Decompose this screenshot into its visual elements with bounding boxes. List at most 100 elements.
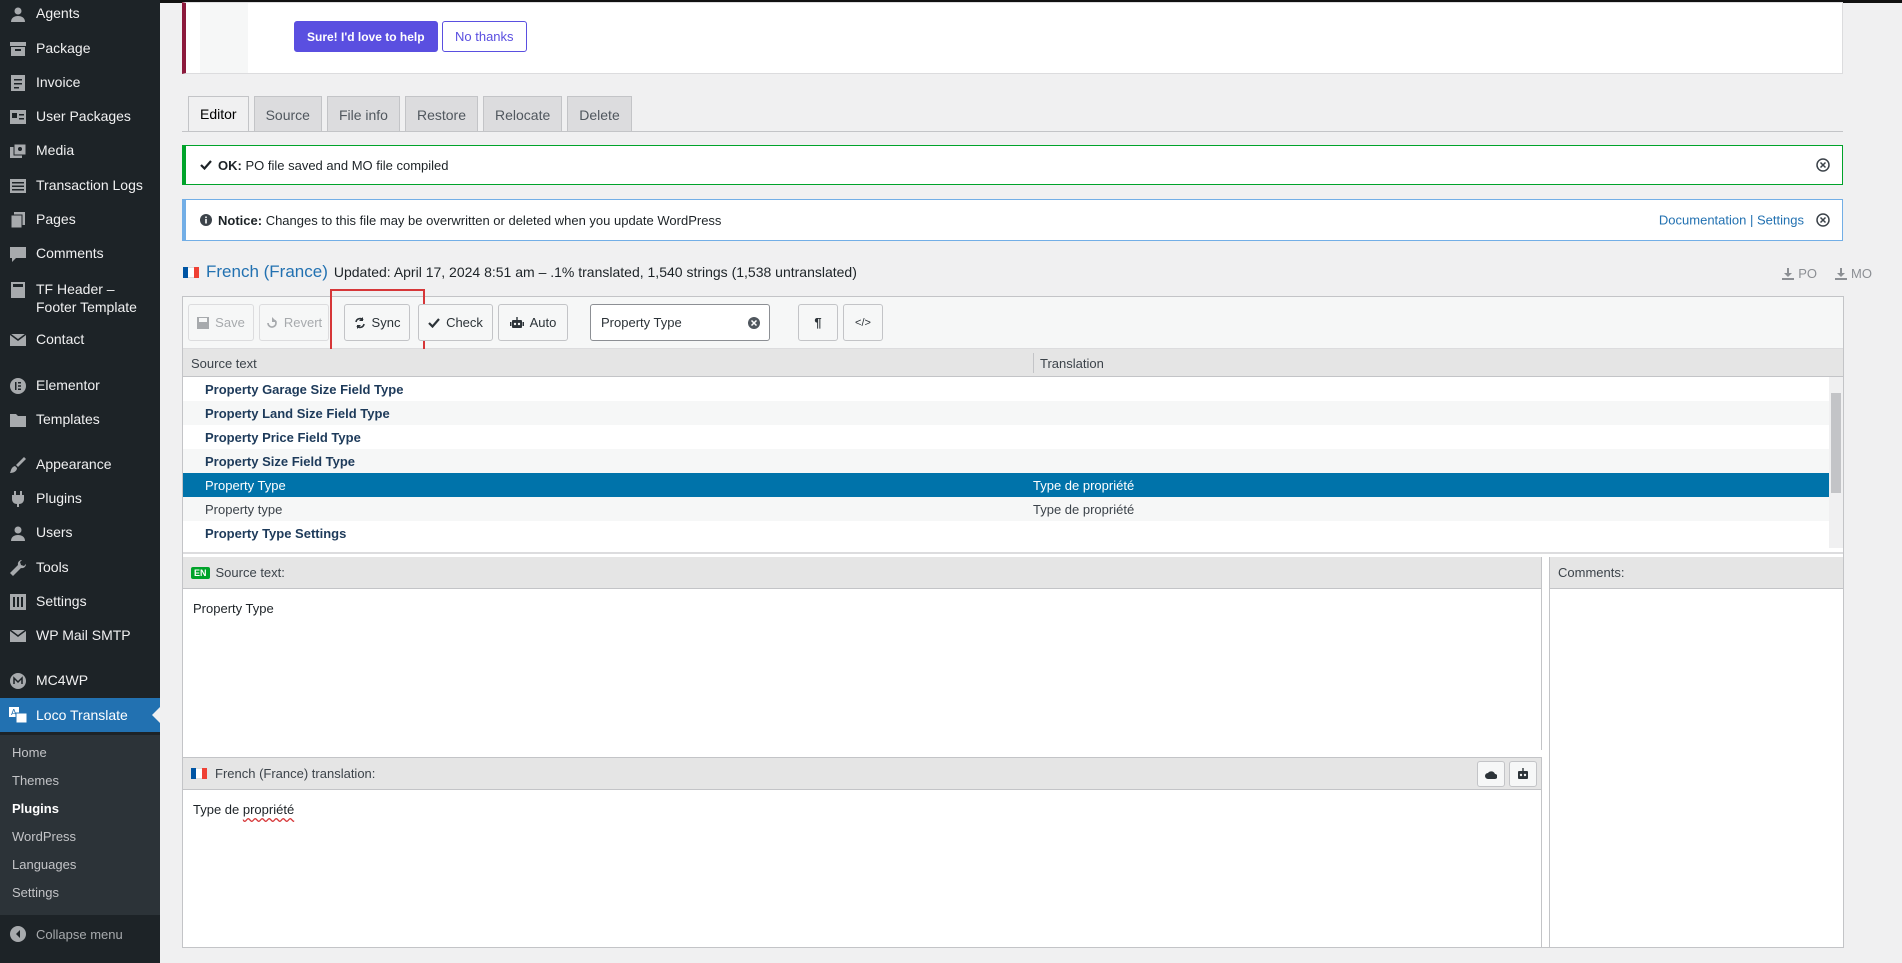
translation-textarea[interactable]: Type de propriété (193, 802, 294, 817)
wrench-icon (8, 558, 28, 578)
table-row[interactable]: Property Size Field Type (183, 449, 1843, 473)
sidebar-item-comments[interactable]: Comments (0, 244, 160, 264)
collapse-menu-button[interactable]: Collapse menu (0, 922, 160, 946)
check-button[interactable]: Check (418, 304, 493, 341)
table-row[interactable]: Property Garage Size Field Type (183, 377, 1843, 401)
sidebar-item-label: Comments (36, 245, 104, 261)
sidebar-item-label: Tools (36, 559, 69, 575)
sidebar-item-templates[interactable]: Templates (0, 410, 160, 430)
sidebar-item-transaction-logs[interactable]: Transaction Logs (0, 176, 160, 196)
invisibles-toggle-button[interactable]: ¶ (798, 304, 838, 341)
locale-name-link[interactable]: French (France) (206, 262, 328, 282)
promo-dismiss-button[interactable]: No thanks (442, 21, 527, 52)
settings-link[interactable]: Settings (1757, 213, 1804, 228)
table-row-selected[interactable]: Property Type Type de propriété (183, 473, 1843, 497)
sidebar-item-tools[interactable]: Tools (0, 558, 160, 578)
sidebar-item-agents[interactable]: Agents (0, 4, 160, 24)
download-icon (1835, 267, 1848, 280)
sidebar-item-pages[interactable]: Pages (0, 210, 160, 230)
editor-tabs: Editor Source File info Restore Relocate… (188, 96, 632, 132)
source-pane-header: EN Source text: (183, 557, 1541, 589)
dismiss-success-icon[interactable] (1816, 158, 1830, 172)
download-mo-button[interactable]: MO (1835, 266, 1872, 281)
sidebar-item-settings[interactable]: Settings (0, 592, 160, 612)
sidebar-item-elementor[interactable]: Elementor (0, 376, 160, 396)
submenu-wordpress[interactable]: WordPress (12, 829, 76, 844)
submenu-themes[interactable]: Themes (12, 773, 59, 788)
row-source: Property type (205, 502, 283, 517)
download-links: PO MO (1782, 266, 1872, 281)
users-icon (8, 523, 28, 543)
clear-search-icon[interactable] (747, 316, 761, 330)
sidebar-item-label: Elementor (36, 377, 100, 393)
download-po-button[interactable]: PO (1782, 266, 1817, 281)
tab-source[interactable]: Source (253, 96, 322, 132)
success-text: PO file saved and MO file compiled (245, 157, 449, 173)
card-icon (8, 107, 28, 127)
scrollbar-thumb[interactable] (1831, 393, 1841, 493)
sidebar-item-label: MC4WP (36, 672, 89, 688)
package-icon (8, 39, 28, 59)
sidebar-item-label: Contact (36, 331, 85, 347)
sidebar-item-appearance[interactable]: Appearance (0, 455, 160, 475)
sidebar-item-label: TF Header – Footer Template (36, 281, 137, 315)
source-pane: EN Source text: Property Type (183, 557, 1542, 750)
list-resize-handle[interactable] (183, 552, 1843, 554)
submenu-home[interactable]: Home (12, 745, 47, 760)
auto-suggest-button[interactable] (1509, 761, 1537, 787)
auto-label: Auto (529, 315, 557, 330)
table-row[interactable]: Property type Type de propriété (183, 497, 1843, 521)
list-scrollbar[interactable] (1829, 377, 1843, 548)
sidebar-item-wp-mail-smtp[interactable]: WP Mail SMTP (0, 626, 160, 646)
promo-accept-button[interactable]: Sure! I'd love to help (294, 21, 438, 52)
col-translation-header[interactable]: Translation (1040, 356, 1104, 371)
table-row[interactable]: Property Price Field Type (183, 425, 1843, 449)
tab-relocate[interactable]: Relocate (483, 96, 563, 132)
tab-delete[interactable]: Delete (567, 96, 632, 132)
search-input[interactable]: Property Type (590, 304, 770, 341)
sidebar-item-contact[interactable]: Contact (0, 330, 160, 350)
sidebar-item-media[interactable]: Media (0, 141, 160, 161)
sidebar-item-label: Settings (36, 593, 87, 609)
row-source: Property Size Field Type (205, 454, 356, 469)
sidebar-item-label: Invoice (36, 74, 81, 90)
comments-pane-header: Comments: (1550, 557, 1843, 589)
sidebar-item-users[interactable]: Users (0, 523, 160, 543)
sidebar-item-invoice[interactable]: Invoice (0, 73, 160, 93)
info-notice: Notice: Changes to this file may be over… (182, 199, 1843, 241)
table-row[interactable]: Property Type Settings (183, 521, 1843, 545)
submenu-settings[interactable]: Settings (12, 885, 59, 900)
tab-file-info[interactable]: File info (326, 96, 400, 132)
sidebar-item-tf-header-footer[interactable]: TF Header – Footer Template (0, 280, 160, 316)
sidebar-item-user-packages[interactable]: User Packages (0, 107, 160, 127)
cloud-icon (1485, 770, 1497, 779)
elementor-icon (8, 376, 28, 396)
sidebar-item-loco-translate[interactable]: A Loco Translate (0, 698, 160, 732)
code-view-toggle-button[interactable]: </> (843, 304, 883, 341)
dismiss-info-icon[interactable] (1816, 213, 1830, 227)
download-po-label: PO (1798, 266, 1818, 281)
translation-value-misspelled: propriété (242, 802, 295, 817)
auto-translate-button[interactable]: Auto (498, 304, 568, 341)
submenu-plugins[interactable]: Plugins (12, 801, 59, 816)
sidebar-item-plugins[interactable]: Plugins (0, 489, 160, 509)
sidebar-item-mc4wp[interactable]: MC4WP (0, 671, 160, 691)
col-source-header[interactable]: Source text (191, 356, 257, 371)
submenu-languages[interactable]: Languages (12, 857, 76, 872)
tab-editor[interactable]: Editor (188, 96, 249, 132)
sidebar-item-label: Plugins (36, 490, 82, 506)
table-row[interactable]: Property Land Size Field Type (183, 401, 1843, 425)
cloud-suggest-button[interactable] (1477, 761, 1505, 787)
save-button[interactable]: Save (188, 304, 254, 341)
revert-button[interactable]: Revert (259, 304, 329, 341)
row-translation: Type de propriété (1033, 502, 1135, 517)
row-source: Property Type (205, 478, 286, 493)
svg-text:A: A (11, 708, 17, 717)
sidebar-item-package[interactable]: Package (0, 39, 160, 59)
tab-restore[interactable]: Restore (404, 96, 478, 132)
comment-icon (8, 244, 28, 264)
mc4wp-icon (8, 671, 28, 691)
documentation-link[interactable]: Documentation (1659, 213, 1746, 228)
invoice-icon (8, 73, 28, 93)
folder-icon (8, 410, 28, 430)
